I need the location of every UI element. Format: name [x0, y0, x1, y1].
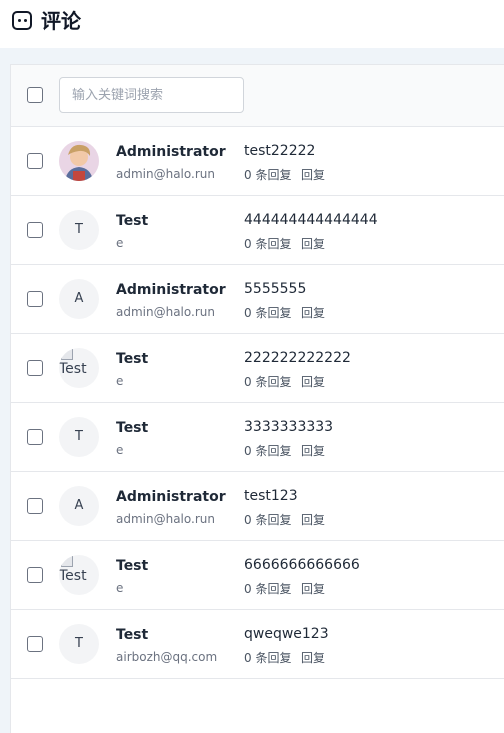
reply-count: 0 条回复	[244, 582, 292, 596]
row-checkbox[interactable]	[27, 498, 43, 514]
comment-content: test123	[244, 488, 298, 504]
reply-button[interactable]: 回复	[301, 650, 325, 666]
comment-content: 222222222222	[244, 350, 351, 366]
avatar	[59, 141, 99, 181]
comment-row: T Test e 3333333333 0 条回复 回复	[11, 403, 504, 472]
row-checkbox[interactable]	[27, 222, 43, 238]
avatar-alt-text: Test	[59, 568, 87, 584]
row-checkbox[interactable]	[27, 360, 43, 376]
reply-button[interactable]: 回复	[301, 236, 325, 252]
avatar: T	[59, 417, 99, 457]
author-name: Administrator	[116, 144, 226, 160]
row-checkbox[interactable]	[27, 636, 43, 652]
avatar: Test	[59, 555, 99, 595]
avatar: T	[59, 624, 99, 664]
row-checkbox[interactable]	[27, 153, 43, 169]
reply-count: 0 条回复	[244, 306, 292, 320]
comment-row: Test Test e 222222222222 0 条回复 回复	[11, 334, 504, 403]
comment-row: A Administrator admin@halo.run test123 0…	[11, 472, 504, 541]
reply-button[interactable]: 回复	[301, 167, 325, 183]
reply-button[interactable]: 回复	[301, 443, 325, 459]
comment-row: T Test e 444444444444444 0 条回复 回复	[11, 196, 504, 265]
avatar: Test	[59, 348, 99, 388]
reply-count: 0 条回复	[244, 375, 292, 389]
broken-image-icon	[61, 348, 73, 360]
reply-button[interactable]: 回复	[301, 374, 325, 390]
reply-count: 0 条回复	[244, 651, 292, 665]
comment-row: T Test airbozh@qq.com qweqwe123 0 条回复 回复	[11, 610, 504, 679]
page-title: 评论	[41, 9, 81, 33]
avatar-alt-text: Test	[59, 361, 87, 377]
row-checkbox[interactable]	[27, 291, 43, 307]
author-name: Test	[116, 351, 149, 367]
author-name: Administrator	[116, 282, 226, 298]
comment-content: 444444444444444	[244, 212, 378, 228]
reply-button[interactable]: 回复	[301, 305, 325, 321]
reply-count: 0 条回复	[244, 444, 292, 458]
avatar: A	[59, 486, 99, 526]
author-email: airbozh@qq.com	[116, 650, 218, 664]
avatar: T	[59, 210, 99, 250]
author-name: Test	[116, 213, 149, 229]
author-name: Administrator	[116, 489, 226, 505]
comment-content: 3333333333	[244, 419, 334, 435]
row-checkbox[interactable]	[27, 567, 43, 583]
reply-button[interactable]: 回复	[301, 581, 325, 597]
author-email: e	[116, 581, 124, 595]
comment-content: 6666666666666	[244, 557, 360, 573]
page-header: 评论	[0, 0, 504, 48]
reply-button[interactable]: 回复	[301, 512, 325, 528]
author-email: e	[116, 443, 124, 457]
broken-image-icon	[61, 555, 73, 567]
author-name: Test	[116, 420, 149, 436]
reply-count: 0 条回复	[244, 168, 292, 182]
avatar: A	[59, 279, 99, 319]
list-toolbar	[11, 65, 504, 127]
comment-list-card: Administrator admin@halo.run test22222 0…	[10, 64, 504, 733]
author-name: Test	[116, 627, 149, 643]
search-input[interactable]	[59, 77, 244, 113]
author-name: Test	[116, 558, 149, 574]
comment-content: qweqwe123	[244, 626, 329, 642]
comment-row: Administrator admin@halo.run test22222 0…	[11, 127, 504, 196]
comment-row: A Administrator admin@halo.run 5555555 0…	[11, 265, 504, 334]
comment-content: test22222	[244, 143, 316, 159]
comment-content: 5555555	[244, 281, 307, 297]
chat-bubble-icon	[12, 11, 32, 30]
author-email: admin@halo.run	[116, 305, 215, 319]
reply-count: 0 条回复	[244, 237, 292, 251]
select-all-checkbox[interactable]	[27, 87, 43, 103]
author-email: admin@halo.run	[116, 512, 215, 526]
reply-count: 0 条回复	[244, 513, 292, 527]
comment-row: Test Test e 6666666666666 0 条回复 回复	[11, 541, 504, 610]
user-avatar-image	[59, 141, 99, 181]
author-email: e	[116, 374, 124, 388]
row-checkbox[interactable]	[27, 429, 43, 445]
author-email: admin@halo.run	[116, 167, 215, 181]
author-email: e	[116, 236, 124, 250]
